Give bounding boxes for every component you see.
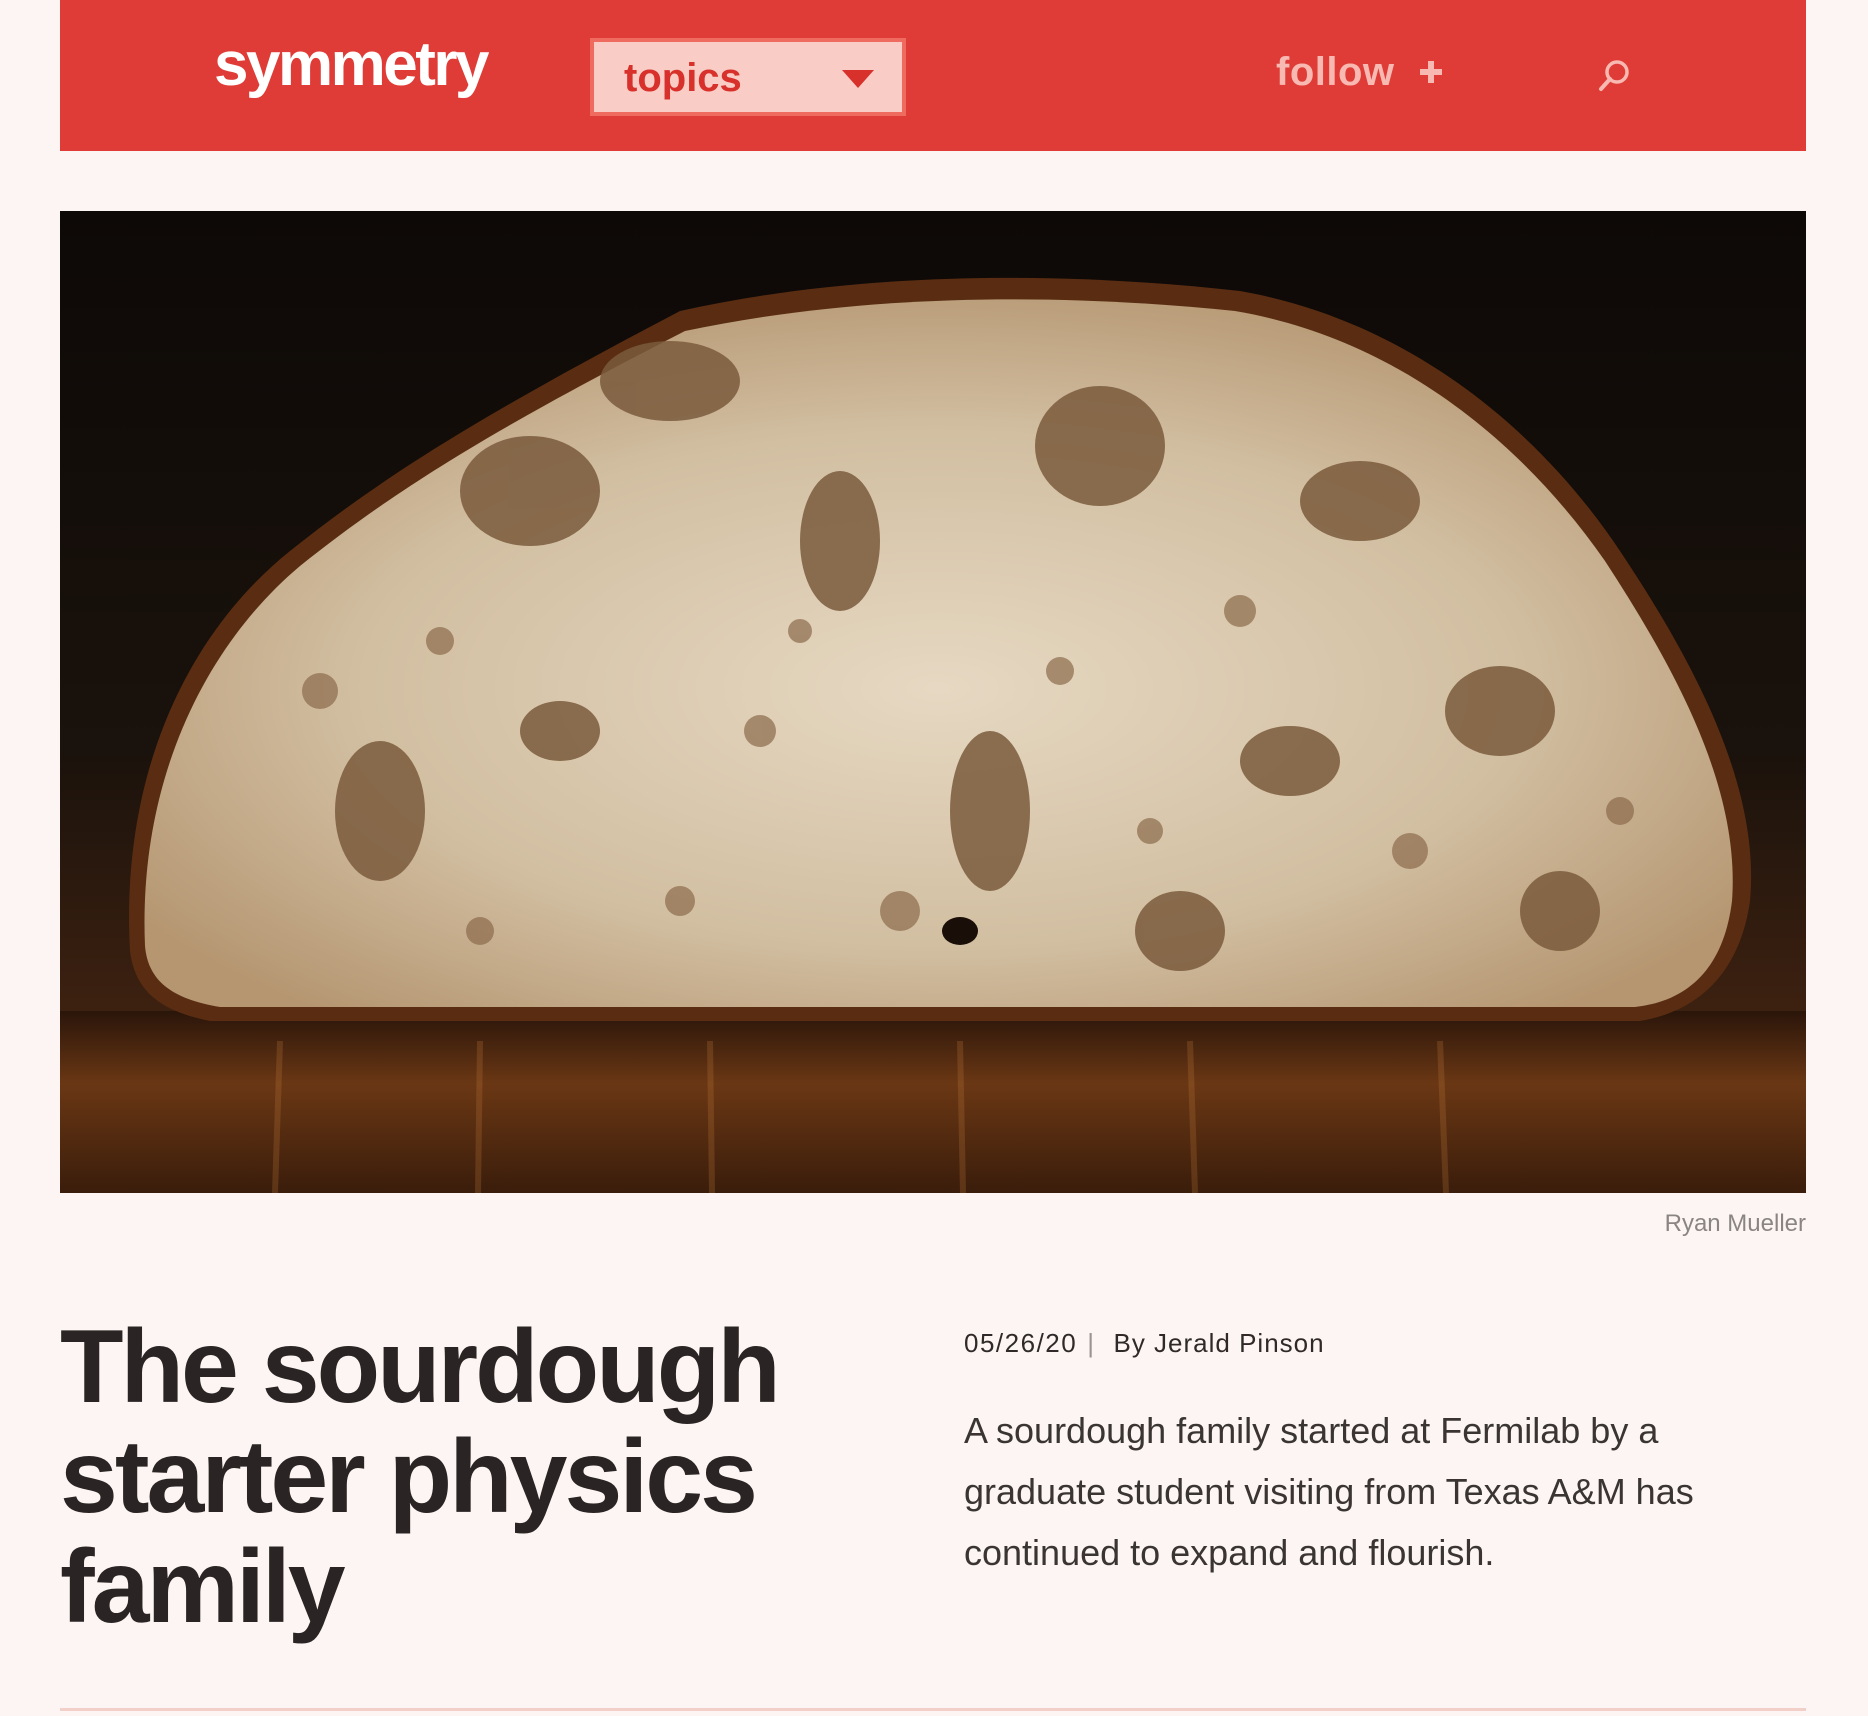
- article-meta: 05/26/20 | By Jerald Pinson: [964, 1330, 1325, 1356]
- meta-separator: |: [1087, 1328, 1096, 1358]
- follow-label: follow: [1276, 50, 1395, 94]
- caret-down-icon: [842, 70, 874, 88]
- plus-icon: [1419, 61, 1442, 83]
- search-icon[interactable]: [1598, 58, 1632, 92]
- site-header: symmetry topics follow: [60, 0, 1806, 151]
- follow-button[interactable]: follow: [1276, 52, 1443, 92]
- article-title: The sourdough starter physics family: [60, 1309, 781, 1645]
- article-date: 05/26/20: [964, 1328, 1078, 1358]
- topics-dropdown[interactable]: topics: [590, 38, 906, 116]
- article-byline[interactable]: By Jerald Pinson: [1113, 1330, 1324, 1356]
- photo-credit: Ryan Mueller: [1664, 1210, 1806, 1237]
- site-logo[interactable]: symmetry: [214, 34, 489, 96]
- article-summary: A sourdough family started at Fermilab b…: [964, 1410, 1694, 1573]
- bread-illustration: [60, 277, 1806, 1193]
- hero-image: [60, 211, 1806, 1193]
- topics-label: topics: [624, 56, 742, 100]
- divider: [60, 1708, 1806, 1711]
